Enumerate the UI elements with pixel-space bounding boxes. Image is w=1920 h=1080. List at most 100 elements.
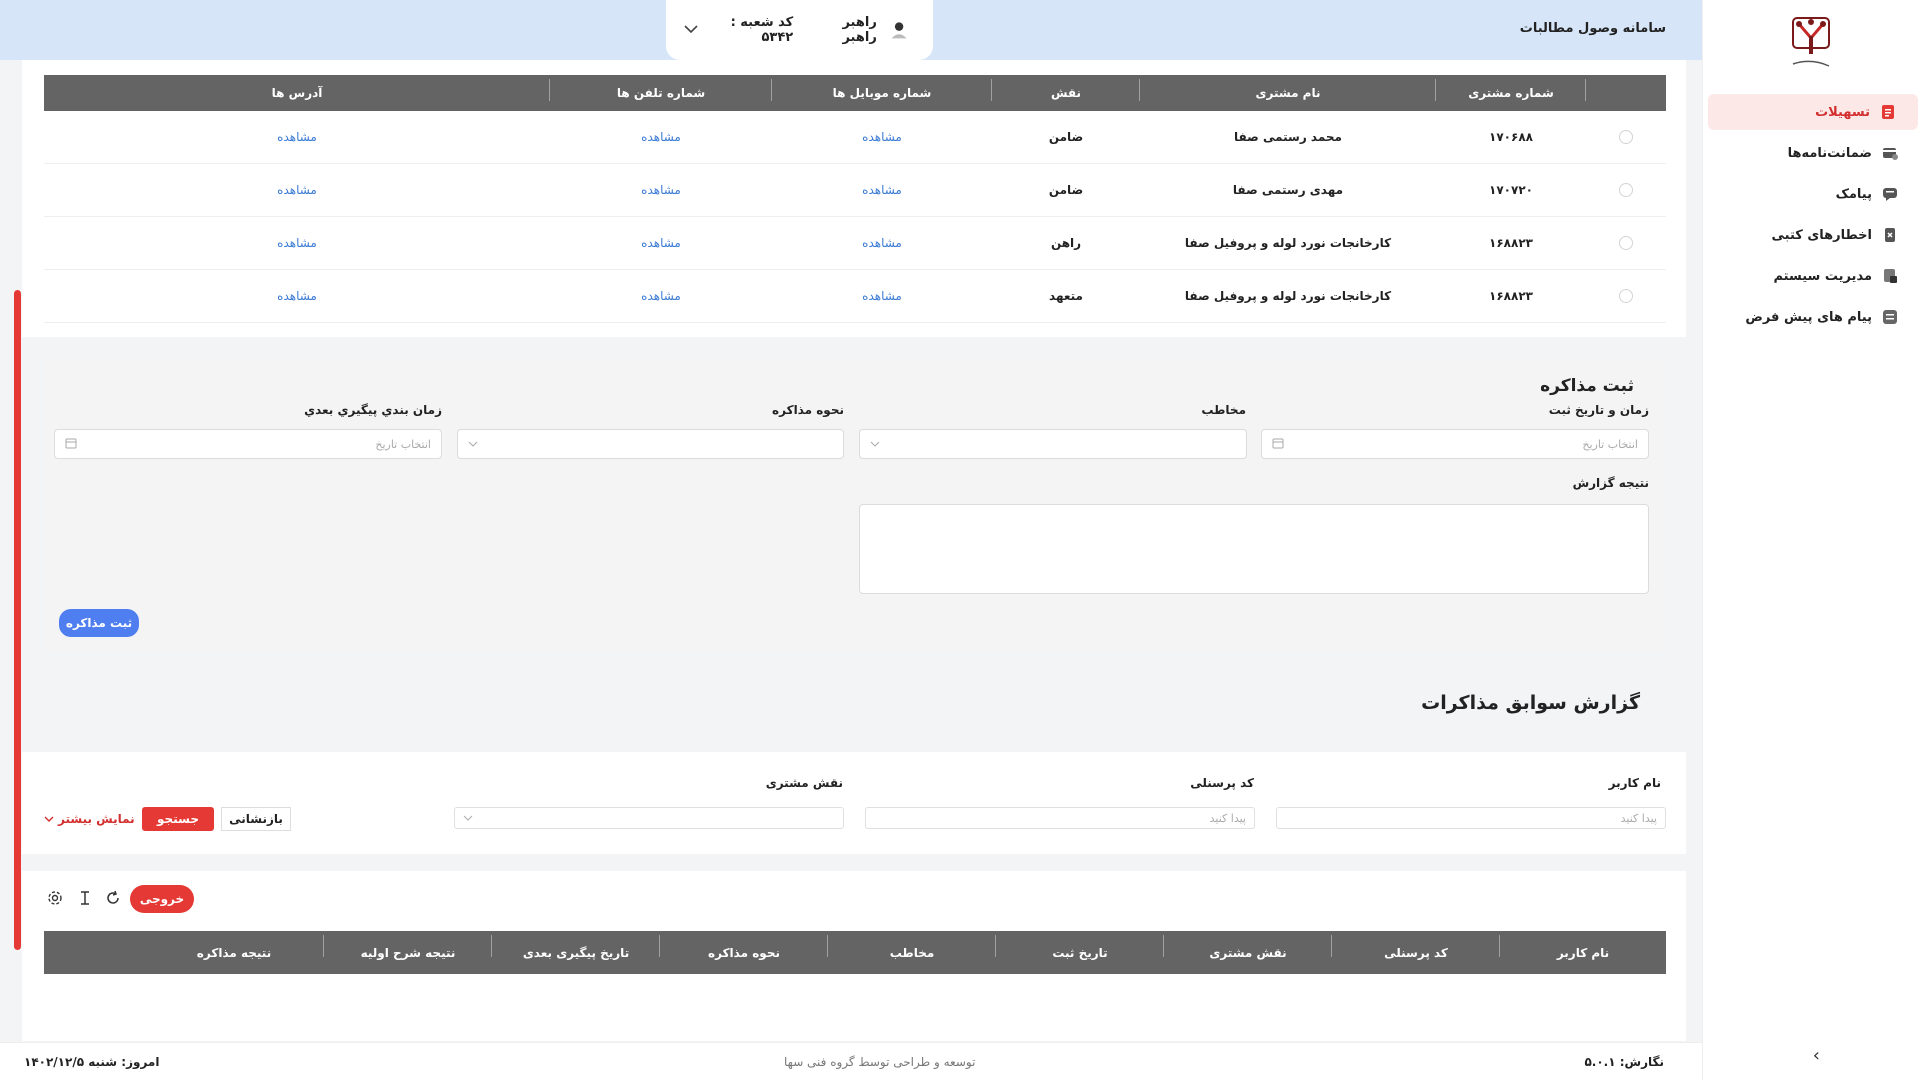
reset-button[interactable]: بازنشانی: [221, 807, 291, 831]
header-customer-role: نقش مشتری: [1164, 931, 1332, 974]
view-phone-link[interactable]: مشاهده: [550, 111, 772, 163]
cell-role: متعهد: [1049, 289, 1083, 303]
sidebar-item-label: پیامک: [1835, 186, 1872, 202]
role-filter-select[interactable]: [454, 807, 844, 829]
sidebar-item-sms[interactable]: پیامک: [1702, 176, 1920, 212]
calendar-icon: [1272, 437, 1284, 452]
view-phone-link[interactable]: مشاهده: [550, 217, 772, 269]
view-address-link[interactable]: مشاهده: [44, 164, 550, 216]
view-mobile-link[interactable]: مشاهده: [772, 217, 992, 269]
top-header: سامانه وصول مطالبات راهبر راهبر کد شعبه …: [0, 0, 1702, 60]
view-phone-link[interactable]: مشاهده: [550, 164, 772, 216]
column-height-icon[interactable]: [76, 889, 94, 907]
version-text: نگارش: ۵.۰.۱: [1584, 1055, 1664, 1069]
chevron-down-icon[interactable]: [684, 22, 698, 38]
settings-icon[interactable]: [46, 889, 64, 907]
sidebar-item-label: ضمانت‌نامه‌ها: [1787, 145, 1872, 161]
contact-label: مخاطب: [1201, 403, 1246, 417]
view-mobile-link[interactable]: مشاهده: [772, 111, 992, 163]
result-label: نتیجه گزارش: [1572, 476, 1649, 490]
followup-placeholder: انتخاب تاریخ: [375, 437, 431, 451]
user-menu[interactable]: راهبر راهبر کد شعبه : ۵۳۴۲: [666, 0, 933, 60]
date-picker[interactable]: انتخاب تاریخ: [1261, 429, 1649, 459]
chevron-down-icon: [463, 812, 473, 825]
sidebar-collapse-button[interactable]: ›: [1813, 1045, 1820, 1066]
view-address-link[interactable]: مشاهده: [44, 270, 550, 322]
row-checkbox[interactable]: [1619, 183, 1633, 197]
cell-customer-name: محمد رستمی صفا: [1234, 130, 1342, 144]
history-title: گزارش سوابق مذاکرات: [1421, 692, 1640, 714]
sidebar-item-label: پیام های پیش فرض: [1745, 309, 1872, 325]
view-address-link[interactable]: مشاهده: [44, 111, 550, 163]
header-method: نحوه مذاکره: [660, 931, 828, 974]
history-table-header: نام کاربر کد پرسنلی نقش مشتری تاریخ ثبت …: [44, 931, 1666, 974]
row-checkbox[interactable]: [1619, 236, 1633, 250]
customers-table-header: شماره مشتری نام مشتری نقش شماره موبایل ه…: [44, 75, 1666, 111]
search-button[interactable]: جستجو: [142, 807, 214, 831]
cell-role: ضامن: [1048, 130, 1084, 144]
header-customer-name: نام مشتری: [1140, 75, 1436, 111]
footer: نگارش: ۵.۰.۱ توسعه و طراحی توسط گروه فنی…: [0, 1042, 1702, 1080]
table-row: ۱۶۸۸۲۳ کارخانجات نورد لوله و پروفیل صفا …: [44, 270, 1666, 323]
user-name: راهبر راهبر: [842, 15, 877, 45]
chevron-down-icon: [468, 438, 478, 451]
cell-customer-name: کارخانجات نورد لوله و پروفیل صفا: [1184, 289, 1392, 303]
app-title: سامانه وصول مطالبات: [1519, 21, 1666, 36]
history-table-card: خروجی نام کاربر کد پرسنلی نقش مشتری تاری…: [22, 871, 1686, 1041]
cell-customer-id: ۱۶۸۸۲۳: [1489, 236, 1533, 250]
followup-date-picker[interactable]: انتخاب تاریخ: [54, 429, 442, 459]
date-placeholder: انتخاب تاریخ: [1582, 437, 1638, 451]
header-select: [1586, 75, 1666, 111]
table-row: ۱۶۸۸۲۳ کارخانجات نورد لوله و پروفیل صفا …: [44, 217, 1666, 270]
view-address-link[interactable]: مشاهده: [44, 217, 550, 269]
sidebar-item-default-messages[interactable]: پیام های پیش فرض: [1702, 299, 1920, 335]
cell-role: ضامن: [1048, 183, 1084, 197]
default-messages-icon: [1882, 309, 1898, 325]
view-mobile-link[interactable]: مشاهده: [772, 164, 992, 216]
chevron-down-icon: [870, 438, 880, 451]
scroll-indicator[interactable]: [14, 290, 21, 950]
chevron-right-icon: ›: [1812, 1045, 1820, 1066]
calendar-icon: [65, 437, 77, 452]
warning-letter-icon: [1882, 227, 1898, 243]
row-checkbox[interactable]: [1619, 130, 1633, 144]
system-management-icon: [1882, 268, 1898, 284]
result-textarea[interactable]: [859, 504, 1649, 594]
header-initial-result: نتیجه شرح اولیه: [324, 931, 492, 974]
history-filter-card: نام کاربر پیدا کنید کد پرسنلی پیدا کنید …: [22, 752, 1686, 854]
customers-card: شماره مشتری نام مشتری نقش شماره موبایل ه…: [22, 60, 1686, 337]
sms-icon: [1882, 186, 1898, 202]
today-text: امروز: شنبه ۱۴۰۲/۱۲/۵: [24, 1055, 160, 1069]
cell-customer-id: ۱۷۰۷۲۰: [1489, 183, 1533, 197]
header-register-date: تاریخ ثبت: [996, 931, 1164, 974]
sidebar-item-guarantees[interactable]: ضمانت‌نامه‌ها: [1702, 135, 1920, 171]
row-checkbox[interactable]: [1619, 289, 1633, 303]
cell-customer-name: کارخانجات نورد لوله و پروفیل صفا: [1184, 236, 1392, 250]
sidebar-item-facilities[interactable]: تسهیلات: [1708, 94, 1918, 130]
main-content: شماره مشتری نام مشتری نقش شماره موبایل ه…: [22, 60, 1686, 1042]
user-filter-input[interactable]: پیدا کنید: [1276, 807, 1666, 829]
header-followup-date: تاریخ پیگیری بعدی: [492, 931, 660, 974]
header-negotiation-result: نتیجه مذاکره: [144, 931, 324, 974]
header-mobile: شماره موبایل ها: [772, 75, 992, 111]
table-row: ۱۷۰۷۲۰ مهدی رستمی صفا ضامن مشاهده مشاهده…: [44, 164, 1666, 217]
show-more-link[interactable]: نمایش بیشتر: [44, 812, 135, 826]
form-title: ثبت مذاکره: [1540, 376, 1634, 396]
contact-select[interactable]: [859, 429, 1247, 459]
refresh-icon[interactable]: [104, 889, 122, 907]
sidebar-item-warnings[interactable]: اخطارهای کتبی: [1702, 217, 1920, 253]
submit-negotiation-button[interactable]: ثبت مذاکره: [59, 609, 139, 637]
personnel-filter-input[interactable]: پیدا کنید: [865, 807, 1255, 829]
branch-code: کد شعبه : ۵۳۴۲: [730, 15, 794, 45]
view-phone-link[interactable]: مشاهده: [550, 270, 772, 322]
bank-logo: [1792, 17, 1830, 67]
personnel-filter-placeholder: پیدا کنید: [1209, 811, 1246, 825]
guarantee-icon: [1882, 145, 1898, 161]
header-phone: شماره تلفن ها: [550, 75, 772, 111]
header-role: نقش: [992, 75, 1140, 111]
view-mobile-link[interactable]: مشاهده: [772, 270, 992, 322]
sidebar-item-system-management[interactable]: مدیریت سیستم: [1702, 258, 1920, 294]
method-select[interactable]: [457, 429, 844, 459]
export-button[interactable]: خروجی: [130, 885, 194, 913]
cell-customer-id: ۱۶۸۸۲۳: [1489, 289, 1533, 303]
